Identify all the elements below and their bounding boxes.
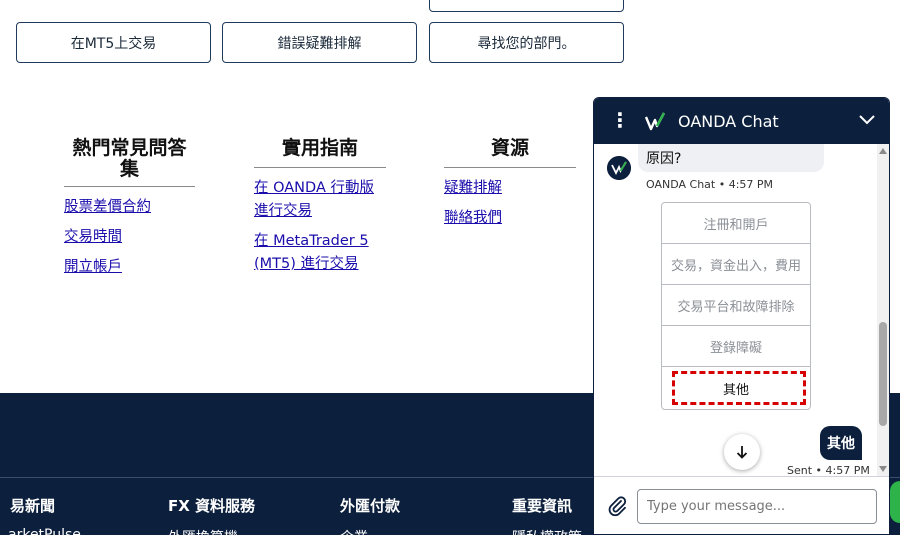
chevron-down-icon[interactable]	[857, 110, 877, 130]
option-register-account[interactable]: 注冊和開戶	[662, 203, 810, 244]
scroll-down-arrow-icon[interactable]	[879, 466, 887, 472]
column-title: 資源	[490, 137, 529, 159]
link-oanda-mobile[interactable]: 在 OANDA 行動版進行交易	[254, 177, 386, 223]
find-department-button[interactable]: 尋找您的部門。	[429, 22, 624, 63]
footer-link-privacy[interactable]: 隱私權政策	[512, 527, 582, 547]
arrow-down-icon	[736, 446, 748, 459]
footer-title-news: 易新聞	[10, 497, 56, 515]
chat-composer	[594, 476, 889, 534]
trade-on-mt5-button[interactable]: 在MT5上交易	[16, 22, 211, 63]
oanda-logo-icon	[644, 112, 666, 131]
green-launcher-edge[interactable]	[890, 481, 900, 523]
scrollbar-thumb[interactable]	[879, 322, 887, 426]
kebab-menu-icon[interactable]: ⋮	[610, 110, 630, 130]
footer-link-business[interactable]: 企業	[340, 527, 368, 547]
link-contact-us[interactable]: 聯絡我們	[444, 207, 576, 230]
link-trading-hours[interactable]: 交易時間	[64, 226, 195, 249]
chat-widget: ⋮ OANDA Chat 原因? OANDA Chat • 4:57 PM 注冊…	[593, 97, 890, 535]
faq-column-resources: 資源 疑難排解 聯絡我們	[444, 138, 576, 230]
message-input[interactable]	[637, 489, 877, 524]
link-troubleshooting[interactable]: 疑難排解	[444, 177, 576, 200]
partial-top-button[interactable]	[429, 0, 624, 12]
link-mt5[interactable]: 在 MetaTrader 5 (MT5) 進行交易	[254, 230, 386, 276]
chat-messages[interactable]: 原因? OANDA Chat • 4:57 PM 注冊和開戶 交易，資金出入，費…	[594, 144, 879, 476]
column-divider	[444, 167, 576, 168]
scroll-to-bottom-button[interactable]	[724, 434, 760, 470]
column-divider	[64, 186, 195, 187]
footer-title-fx-data: FX 資料服務	[168, 497, 256, 515]
column-title: 實用指南	[281, 137, 358, 159]
troubleshooting-button[interactable]: 錯誤疑難排解	[222, 22, 417, 63]
incoming-message: 原因?	[638, 144, 824, 172]
footer-title-payments: 外匯付款	[340, 497, 401, 515]
quick-reply-options: 注冊和開戶 交易，資金出入，費用 交易平台和故障排除 登錄障礙 其他	[661, 202, 811, 410]
chat-scrollbar[interactable]	[877, 144, 889, 476]
highlight-box	[672, 371, 806, 405]
outgoing-message-meta: Sent • 4:57 PM	[787, 464, 870, 476]
option-login-issue[interactable]: 登錄障礙	[662, 326, 810, 367]
scroll-up-arrow-icon[interactable]	[879, 148, 887, 154]
footer-title-important: 重要資訊	[512, 497, 573, 515]
footer-link-converter[interactable]: 外匯換算機	[168, 527, 238, 547]
faq-column-popular: 熱門常見問答集 股票差價合約 交易時間 開立帳戶	[64, 138, 195, 279]
option-other[interactable]: 其他	[662, 367, 810, 409]
outgoing-message: 其他	[820, 426, 862, 460]
link-open-account[interactable]: 開立帳戶	[64, 256, 195, 279]
link-stock-cfd[interactable]: 股票差價合約	[64, 196, 195, 219]
paperclip-icon[interactable]	[606, 495, 628, 517]
chat-header: ⋮ OANDA Chat	[594, 98, 889, 144]
oanda-avatar-icon	[607, 156, 631, 180]
faq-column-guides: 實用指南 在 OANDA 行動版進行交易 在 MetaTrader 5 (MT5…	[254, 138, 386, 276]
column-divider	[254, 167, 386, 168]
option-platform-troubleshoot[interactable]: 交易平台和故障排除	[662, 285, 810, 326]
column-title: 熱門常見問答集	[72, 137, 187, 180]
incoming-message-meta: OANDA Chat • 4:57 PM	[646, 178, 774, 191]
footer-link-marketpulse[interactable]: arketPulse	[8, 527, 81, 543]
option-trading-funding-fees[interactable]: 交易，資金出入，費用	[662, 244, 810, 285]
chat-title: OANDA Chat	[678, 112, 779, 131]
